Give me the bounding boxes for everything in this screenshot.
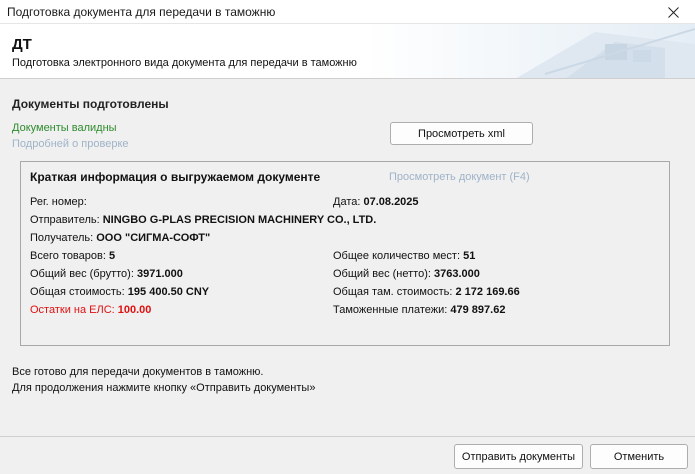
customs-payments-row: Таможенные платежи: 479 897.62 [333, 304, 505, 316]
net-weight-row: Общий вес (нетто): 3763.000 [333, 268, 480, 280]
validation-status: Документы валидны [12, 122, 117, 134]
customs-cost-row: Общая там. стоимость: 2 172 169.66 [333, 286, 520, 298]
sender-label: Отправитель: [30, 214, 100, 226]
places-count-value: 51 [463, 250, 476, 262]
net-weight-label: Общий вес (нетто): [333, 268, 431, 280]
date-row: Дата: 07.08.2025 [333, 196, 419, 208]
gross-weight-label: Общий вес (брутто): [30, 268, 134, 280]
goods-count-value: 5 [108, 250, 116, 262]
main-content: Документы подготовлены Документы валидны… [0, 80, 695, 436]
sender-value: NINGBO G-PLAS PRECISION MACHINERY CO., L… [102, 214, 377, 226]
places-count-row: Общее количество мест: 51 [333, 250, 475, 262]
els-balance-label: Остатки на ЕЛС: [30, 304, 115, 316]
header-decoration-image [365, 24, 695, 78]
els-balance-row: Остатки на ЕЛС: 100.00 [30, 304, 151, 316]
close-icon [667, 6, 679, 18]
net-weight-value: 3763.000 [434, 268, 480, 280]
total-cost-label: Общая стоимость: [30, 286, 125, 298]
view-xml-button[interactable]: Просмотреть xml [390, 122, 533, 145]
customs-cost-value: 2 172 169.66 [455, 286, 520, 298]
preview-document-link[interactable]: Просмотреть документ (F4) [389, 171, 530, 183]
close-button[interactable] [651, 0, 695, 24]
customs-cost-label: Общая там. стоимость: [333, 286, 453, 298]
reg-number-label: Рег. номер: [30, 196, 87, 208]
customs-payments-value: 479 897.62 [450, 304, 506, 316]
ready-message: Все готово для передачи документов в там… [12, 366, 264, 378]
goods-count-row: Всего товаров: 5 [30, 250, 115, 262]
window-title: Подготовка документа для передачи в тамо… [7, 5, 276, 19]
validation-details-link[interactable]: Подробней о проверке [12, 138, 129, 150]
summary-title: Краткая информация о выгружаемом докумен… [30, 170, 321, 184]
receiver-value: ООО "СИГМА-СОФТ" [96, 232, 211, 244]
receiver-label: Получатель: [30, 232, 94, 244]
receiver-row: Получатель: ООО "СИГМА-СОФТ" [30, 232, 210, 244]
customs-payments-label: Таможенные платежи: [333, 304, 448, 316]
date-value: 07.08.2025 [363, 196, 419, 208]
date-label: Дата: [333, 196, 361, 208]
page-title: ДТ [12, 36, 32, 53]
reg-number-row: Рег. номер: [30, 196, 87, 208]
els-balance-value: 100.00 [117, 304, 152, 316]
sender-row: Отправитель: NINGBO G-PLAS PRECISION MAC… [30, 214, 376, 226]
page-subtitle: Подготовка электронного вида документа д… [12, 57, 357, 69]
gross-weight-row: Общий вес (брутто): 3971.000 [30, 268, 183, 280]
goods-count-label: Всего товаров: [30, 250, 106, 262]
cancel-button[interactable]: Отменить [590, 444, 688, 469]
header-banner: ДТ Подготовка электронного вида документ… [0, 24, 695, 79]
total-cost-value: 195 400.50 CNY [127, 286, 210, 298]
total-cost-row: Общая стоимость: 195 400.50 CNY [30, 286, 209, 298]
status-heading: Документы подготовлены [12, 97, 169, 111]
gross-weight-value: 3971.000 [136, 268, 183, 280]
dialog-footer: Отправить документы Отменить [0, 436, 695, 474]
title-bar: Подготовка документа для передачи в тамо… [0, 0, 695, 24]
places-count-label: Общее количество мест: [333, 250, 461, 262]
send-documents-button[interactable]: Отправить документы [454, 444, 583, 469]
instruction-message: Для продолжения нажмите кнопку «Отправит… [12, 382, 316, 394]
document-summary-panel: Краткая информация о выгружаемом докумен… [20, 161, 670, 346]
